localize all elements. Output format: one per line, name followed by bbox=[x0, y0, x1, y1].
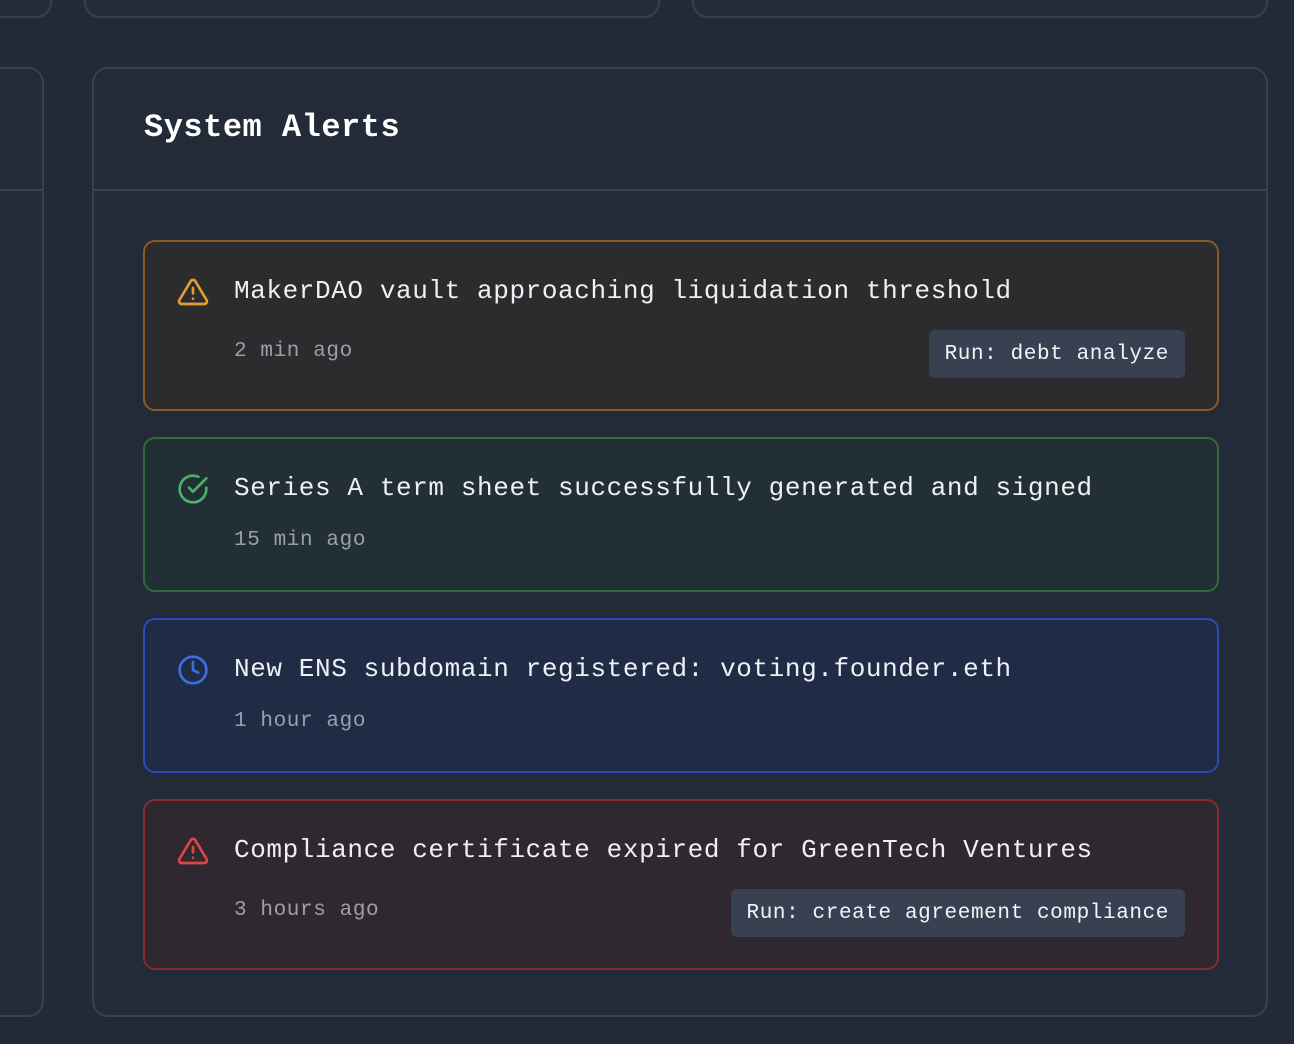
alert-item-error: Compliance certificate expired for Green… bbox=[143, 799, 1219, 970]
check-circle-icon bbox=[177, 473, 209, 505]
alert-timestamp: 2 min ago bbox=[234, 340, 353, 363]
run-debt-analyze-button[interactable]: Run: debt analyze bbox=[928, 330, 1185, 378]
card-left-divider bbox=[0, 189, 42, 191]
alert-timestamp: 1 hour ago bbox=[234, 710, 367, 733]
card-top-middle bbox=[84, 0, 660, 18]
run-create-agreement-compliance-button[interactable]: Run: create agreement compliance bbox=[730, 889, 1185, 937]
card-top-right bbox=[692, 0, 1268, 18]
alert-timestamp: 3 hours ago bbox=[234, 899, 380, 922]
system-alerts-panel: System Alerts MakerDAO vault approaching… bbox=[92, 67, 1268, 1017]
alert-item-success: Series A term sheet successfully generat… bbox=[143, 437, 1219, 592]
alert-message: Series A term sheet successfully generat… bbox=[234, 473, 1093, 503]
alert-message: New ENS subdomain registered: voting.fou… bbox=[234, 654, 1012, 684]
alert-triangle-icon bbox=[177, 835, 209, 867]
card-left bbox=[0, 67, 44, 1017]
panel-title: System Alerts bbox=[144, 108, 401, 146]
alert-item-warning: MakerDAO vault approaching liquidation t… bbox=[143, 240, 1219, 411]
clock-icon bbox=[177, 654, 209, 686]
panel-header: System Alerts bbox=[94, 69, 1266, 191]
warning-triangle-icon bbox=[177, 276, 209, 308]
card-top-left bbox=[0, 0, 52, 18]
alert-message: Compliance certificate expired for Green… bbox=[234, 835, 1093, 865]
alert-timestamp: 15 min ago bbox=[234, 529, 367, 552]
alert-item-info: New ENS subdomain registered: voting.fou… bbox=[143, 618, 1219, 773]
alert-message: MakerDAO vault approaching liquidation t… bbox=[234, 276, 1012, 306]
alerts-list: MakerDAO vault approaching liquidation t… bbox=[143, 240, 1219, 996]
